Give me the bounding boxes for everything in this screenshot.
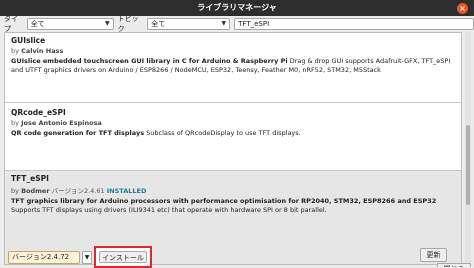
update-button[interactable]: 更新 — [420, 248, 447, 262]
install-button-highlight: インストール — [94, 246, 152, 268]
library-description: GUIslice embedded touchscreen GUI librar… — [11, 57, 451, 74]
scroll-thumb[interactable] — [466, 125, 470, 205]
version-select[interactable]: バージョン2.4.72 — [8, 251, 80, 264]
close-button-label: 閉じる — [437, 263, 471, 267]
window-title: ライブラリマネージャ — [197, 3, 277, 12]
chevron-down-icon: ▼ — [221, 20, 227, 27]
type-value: 全て — [30, 20, 45, 28]
type-label: タイプ — [4, 15, 18, 33]
close-button[interactable]: 閉じる — [437, 263, 471, 267]
install-button[interactable]: インストール — [99, 251, 147, 263]
topic-label: トピック — [117, 15, 139, 33]
chevron-down-icon[interactable]: ▼ — [82, 251, 92, 264]
library-author: by Jose Antonio Espinosa — [11, 119, 102, 127]
library-author: by Calvin Hass — [11, 47, 64, 55]
list-item[interactable]: QRcode_eSPI by Jose Antonio Espinosa QR … — [5, 105, 461, 171]
library-list[interactable]: GUIslice by Calvin Hass GUIslice embedde… — [4, 32, 462, 265]
library-name: QRcode_eSPI — [11, 108, 66, 117]
window-close-icon[interactable]: × — [457, 3, 468, 14]
topic-dropdown[interactable]: 全て ▼ — [147, 18, 231, 30]
topic-value: 全て — [151, 20, 166, 28]
library-description: TFT graphics library for Arduino process… — [11, 197, 437, 214]
library-name: TFT_eSPI — [11, 174, 49, 183]
list-scrollbar[interactable] — [465, 32, 471, 265]
list-item[interactable]: GUIslice by Calvin Hass GUIslice embedde… — [5, 33, 461, 103]
window-titlebar: ライブラリマネージャ × — [0, 0, 474, 16]
filter-bar: タイプ 全て ▼ トピック 全て ▼ TFT_eSPI — [0, 15, 474, 33]
library-name: GUIslice — [11, 36, 46, 45]
installed-badge: INSTALLED — [106, 187, 147, 195]
library-description: QR code generation for TFT displays Subc… — [11, 129, 301, 137]
chevron-down-icon: ▼ — [104, 20, 110, 27]
search-input[interactable]: TFT_eSPI — [234, 18, 474, 30]
library-author: by Bodmer バージョン2.4.61 INSTALLED — [11, 187, 147, 195]
type-dropdown[interactable]: 全て ▼ — [26, 18, 114, 30]
